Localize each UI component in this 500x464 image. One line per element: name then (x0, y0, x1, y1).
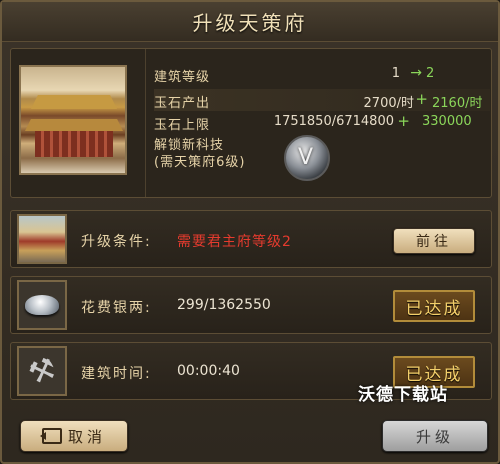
stat-next: 2160/时 (432, 96, 483, 111)
arrow-right-icon: → (410, 65, 422, 81)
stat-jade-output: 玉石产出 2700/时 + 2160/时 (154, 89, 490, 111)
unlock-line-1: 解锁新科技 (154, 138, 225, 153)
requirement-value: 00:00:40 (177, 363, 240, 379)
building-roof-lower (25, 119, 123, 131)
building-hall (35, 131, 113, 157)
requirement-label: 升级条件: (81, 234, 152, 250)
stat-current: 2700/时 (363, 96, 414, 111)
requirement-row-condition: 升级条件: 需要君主府等级2 前往 (10, 210, 492, 268)
stat-label: 玉石上限 (154, 118, 211, 133)
stat-next: 330000 (422, 114, 472, 129)
stat-label: 玉石产出 (154, 96, 211, 111)
watermark: 沃德下载站 (358, 385, 448, 405)
back-icon (39, 428, 62, 444)
stats-panel: 建筑等级 1 → 2 玉石产出 2700/时 + 2160/时 玉石上限 175… (145, 49, 491, 197)
cancel-label: 取消 (67, 427, 106, 446)
dialog-title: 升级天策府 (192, 11, 308, 35)
building-info-panel: 建筑等级 1 → 2 玉石产出 2700/时 + 2160/时 玉石上限 175… (10, 48, 492, 198)
cancel-button[interactable]: 取消 (20, 420, 128, 452)
requirement-label: 建筑时间: (81, 366, 152, 382)
building-roof (31, 95, 117, 109)
silver-ingot-icon (17, 280, 67, 330)
requirement-label: 花费银两: (81, 300, 152, 316)
plus-icon: + (397, 112, 410, 130)
stat-current: 1 (391, 66, 400, 81)
achieved-badge: 已达成 (393, 290, 475, 322)
hammer-glyph: ⚒ (23, 349, 61, 393)
stat-jade-cap: 玉石上限 1751850/6714800 + 330000 (154, 111, 490, 133)
stat-current: 1751850/6714800 (273, 114, 394, 129)
requirement-row-silver: 花费银两: 299/1362550 已达成 (10, 276, 492, 334)
unlock-line-2: (需天策府6级) (154, 155, 246, 170)
goto-button[interactable]: 前往 (393, 228, 475, 254)
stat-building-level: 建筑等级 1 → 2 (154, 63, 490, 85)
plus-icon: + (415, 90, 428, 108)
stat-next: 2 (426, 66, 435, 81)
palace-icon (17, 214, 67, 264)
tech-icon[interactable]: V (284, 135, 330, 181)
upgrade-button[interactable]: 升级 (382, 420, 488, 452)
requirement-value: 299/1362550 (177, 297, 271, 313)
stat-label: 建筑等级 (154, 70, 211, 85)
tech-glyph: V (298, 145, 314, 170)
requirement-value: 需要君主府等级2 (177, 234, 292, 250)
upgrade-dialog: 升级天策府 建筑等级 1 → 2 玉石产出 2700/时 + 2160/时 玉石… (0, 0, 500, 464)
building-image (19, 65, 127, 175)
unlock-tech-label: 解锁新科技 (需天策府6级) (154, 137, 245, 171)
title-bar: 升级天策府 (2, 2, 498, 42)
hammer-icon: ⚒ (17, 346, 67, 396)
